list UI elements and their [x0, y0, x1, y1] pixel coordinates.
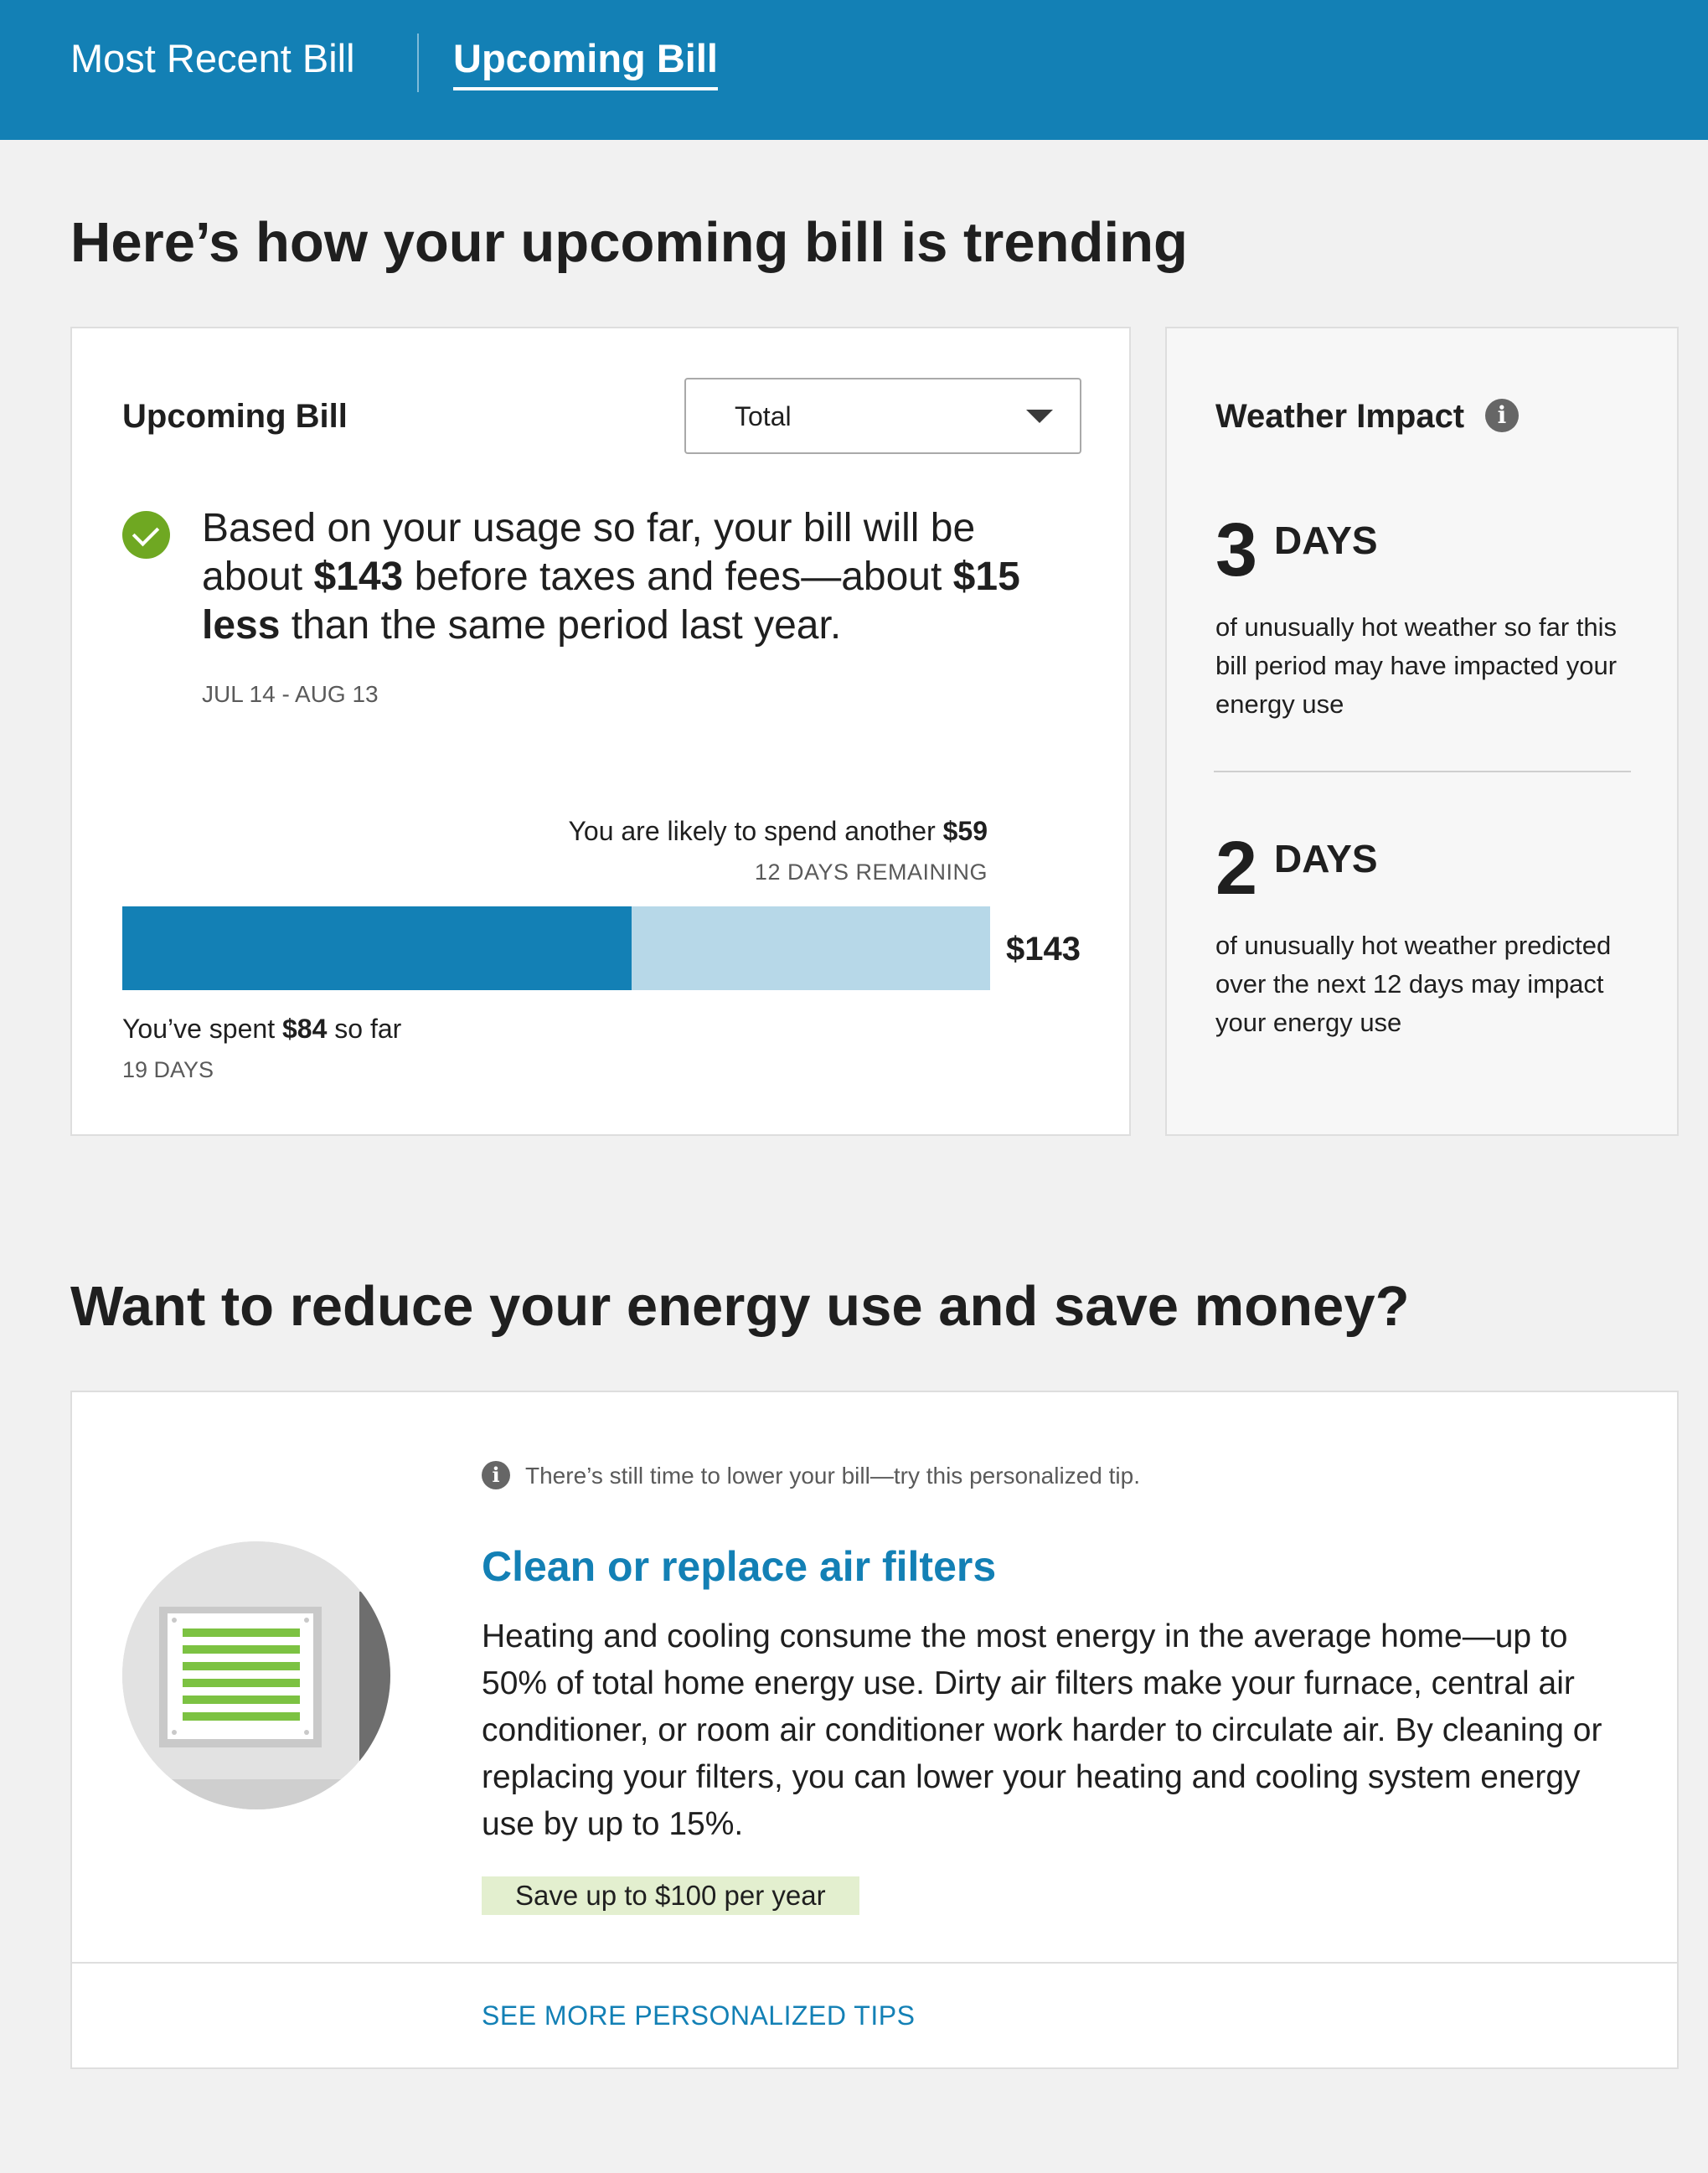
- bill-period: JUL 14 - AUG 13: [202, 681, 379, 707]
- savings-badge: Save up to $100 per year: [482, 1876, 859, 1915]
- forecast-text: You are likely to spend another: [568, 816, 943, 846]
- summary-amount: $143: [313, 555, 404, 599]
- hot-days-predicted-number: 2: [1215, 827, 1258, 911]
- forecast-amount: $59: [942, 816, 988, 846]
- bill-tabs-bar: Most Recent Bill Upcoming Bill: [0, 0, 1708, 140]
- summary-text-3: than the same period last year.: [280, 603, 842, 648]
- spent-text: You’ve spent: [122, 1014, 282, 1044]
- days-remaining: 12 DAYS REMAINING: [754, 859, 988, 885]
- spent-amount: $84: [281, 1014, 328, 1044]
- active-tab-underline: [453, 87, 718, 90]
- tip-info-icon: i: [482, 1461, 510, 1489]
- see-more-tips-link[interactable]: SEE MORE PERSONALIZED TIPS: [482, 1999, 915, 2032]
- usage-type-select[interactable]: Total: [684, 378, 1081, 454]
- elapsed-days: 19 DAYS: [122, 1057, 214, 1082]
- spent-progress-fill: [122, 906, 632, 990]
- hot-days-predicted-text: of unusually hot weather predicted over …: [1215, 931, 1612, 1037]
- tab-upcoming-bill[interactable]: Upcoming Bill: [453, 34, 718, 90]
- spent-so-far: You’ve spent $84 so far: [122, 1012, 401, 1045]
- hot-days-so-far-unit: DAYS: [1274, 519, 1378, 562]
- usage-type-select-value: Total: [735, 401, 792, 431]
- summary-text-2: before taxes and fees—about: [403, 555, 953, 599]
- weather-impact-title: Weather Impact: [1215, 398, 1465, 435]
- info-icon[interactable]: i: [1485, 399, 1519, 432]
- bill-progress-bar: [122, 906, 990, 990]
- trend-heading: Here’s how your upcoming bill is trendin…: [70, 211, 1188, 274]
- tab-upcoming-bill-label: Upcoming Bill: [453, 36, 718, 80]
- tab-most-recent-bill[interactable]: Most Recent Bill: [70, 34, 355, 84]
- weather-divider: [1214, 771, 1631, 772]
- save-money-heading: Want to reduce your energy use and save …: [70, 1275, 1410, 1338]
- tip-body: Heating and cooling consume the most ene…: [482, 1618, 1602, 1842]
- tip-divider: [72, 1962, 1677, 1964]
- chevron-down-icon: [1026, 410, 1053, 423]
- hot-days-so-far-text: of unusually hot weather so far this bil…: [1215, 612, 1618, 719]
- bill-summary: Based on your usage so far, your bill wi…: [202, 504, 1056, 650]
- hot-days-so-far-number: 3: [1215, 508, 1258, 592]
- tip-title[interactable]: Clean or replace air filters: [482, 1541, 996, 1592]
- forecast-spend: You are likely to spend another $59: [568, 814, 988, 848]
- weather-impact-card: Weather Impact i 3 DAYS of unusually hot…: [1165, 327, 1679, 1136]
- personalized-tip-card: i There’s still time to lower your bill—…: [70, 1391, 1679, 2069]
- upcoming-bill-card: Upcoming Bill Total Based on your usage …: [70, 327, 1131, 1136]
- hot-days-predicted-unit: DAYS: [1274, 837, 1378, 880]
- projected-total: $143: [1006, 931, 1081, 968]
- spent-suffix: so far: [327, 1014, 402, 1044]
- checkmark-icon: [122, 511, 170, 559]
- upcoming-bill-title: Upcoming Bill: [122, 398, 348, 435]
- air-filter-icon: [122, 1541, 390, 1809]
- tab-divider: [417, 34, 419, 92]
- tip-note: There’s still time to lower your bill—tr…: [525, 1463, 1140, 1489]
